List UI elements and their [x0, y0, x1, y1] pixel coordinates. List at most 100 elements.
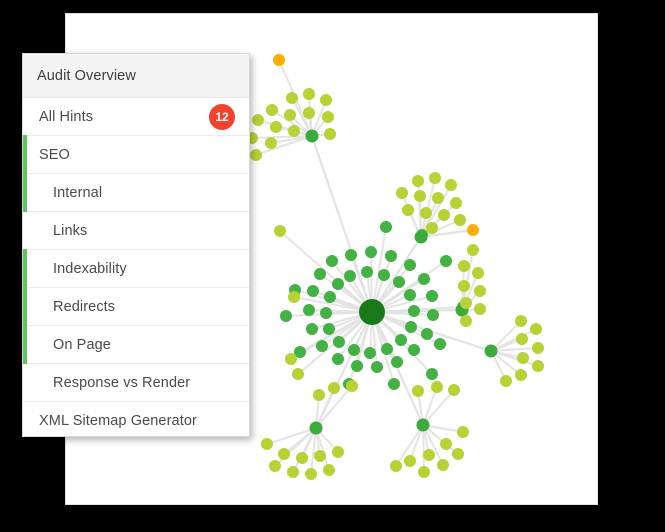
graph-node-inner[interactable] [381, 343, 393, 355]
graph-node-leaf[interactable] [285, 353, 297, 365]
graph-node-leaf[interactable] [530, 323, 542, 335]
graph-node-leaf[interactable] [250, 149, 262, 161]
graph-node-leaf[interactable] [515, 369, 527, 381]
graph-node-leaf[interactable] [296, 452, 308, 464]
graph-node-leaf[interactable] [286, 92, 298, 104]
graph-node-leaf[interactable] [516, 333, 528, 345]
graph-node-inner[interactable] [440, 255, 452, 267]
graph-node-leaf[interactable] [418, 466, 430, 478]
graph-node-leaf[interactable] [303, 107, 315, 119]
graph-node-leaf[interactable] [288, 125, 300, 137]
graph-node-inner[interactable] [388, 378, 400, 390]
graph-node-leaf[interactable] [420, 207, 432, 219]
graph-node-leaf[interactable] [429, 172, 441, 184]
graph-node-leaf[interactable] [404, 455, 416, 467]
graph-node-leaf[interactable] [440, 438, 452, 450]
graph-node-inner[interactable] [427, 309, 439, 321]
graph-node-leaf[interactable] [431, 381, 443, 393]
graph-node-inner[interactable] [408, 305, 420, 317]
graph-node-leaf[interactable] [460, 297, 472, 309]
graph-node-leaf[interactable] [515, 315, 527, 327]
graph-node-inner[interactable] [303, 304, 315, 316]
graph-node-leaf[interactable] [303, 88, 315, 100]
graph-node-inner[interactable] [395, 334, 407, 346]
graph-node-leaf[interactable] [517, 352, 529, 364]
graph-node-leaf[interactable] [467, 244, 479, 256]
graph-node-leaf[interactable] [265, 137, 277, 149]
graph-node-leaf[interactable] [452, 448, 464, 460]
graph-node-inner[interactable] [434, 338, 446, 350]
graph-node-inner[interactable] [365, 246, 377, 258]
menu-item-on-page[interactable]: On Page [23, 325, 249, 364]
graph-node-inner[interactable] [323, 323, 335, 335]
graph-node-leaf[interactable] [261, 438, 273, 450]
menu-item-response-vs-render[interactable]: Response vs Render [23, 364, 249, 402]
graph-node-leaf[interactable] [437, 459, 449, 471]
graph-node-hub[interactable] [305, 129, 319, 143]
graph-node-leaf[interactable] [448, 384, 460, 396]
graph-node-inner[interactable] [405, 321, 417, 333]
graph-node-leaf[interactable] [324, 128, 336, 140]
graph-node-leaf[interactable] [269, 460, 281, 472]
graph-node-leaf[interactable] [432, 192, 444, 204]
graph-node-inner[interactable] [418, 273, 430, 285]
graph-node-hub[interactable] [309, 421, 323, 435]
graph-node-leaf[interactable] [532, 342, 544, 354]
graph-node-inner[interactable] [426, 290, 438, 302]
graph-node-leaf[interactable] [402, 204, 414, 216]
graph-node-leaf[interactable] [278, 448, 290, 460]
menu-item-xml-sitemap-generator[interactable]: XML Sitemap Generator [23, 402, 249, 436]
graph-node-leaf[interactable] [284, 109, 296, 121]
graph-node-leaf[interactable] [270, 121, 282, 133]
graph-node-inner[interactable] [316, 340, 328, 352]
graph-node-leaf[interactable] [292, 368, 304, 380]
graph-node-inner[interactable] [326, 255, 338, 267]
graph-node-inner[interactable] [380, 221, 392, 233]
graph-node-inner[interactable] [351, 360, 363, 372]
graph-node-root[interactable] [359, 299, 385, 325]
graph-node-leaf[interactable] [287, 466, 299, 478]
graph-node-leaf[interactable] [458, 280, 470, 292]
graph-node-leaf[interactable] [474, 285, 486, 297]
graph-node-leaf[interactable] [426, 222, 438, 234]
graph-node-hub[interactable] [414, 230, 428, 244]
graph-node-inner[interactable] [393, 276, 405, 288]
graph-node-hub[interactable] [416, 418, 430, 432]
graph-node-inner[interactable] [320, 307, 332, 319]
graph-node-leaf[interactable] [414, 190, 426, 202]
graph-node-leaf[interactable] [274, 225, 286, 237]
graph-node-inner[interactable] [426, 368, 438, 380]
graph-node-inner[interactable] [371, 361, 383, 373]
graph-node-warning[interactable] [467, 224, 479, 236]
graph-node-inner[interactable] [378, 269, 390, 281]
graph-node-leaf[interactable] [412, 385, 424, 397]
graph-node-leaf[interactable] [454, 214, 466, 226]
graph-node-leaf[interactable] [346, 380, 358, 392]
menu-item-indexability[interactable]: Indexability [23, 249, 249, 288]
graph-node-inner[interactable] [404, 259, 416, 271]
graph-node-leaf[interactable] [458, 260, 470, 272]
menu-item-seo[interactable]: SEO [23, 135, 249, 174]
graph-node-leaf[interactable] [252, 114, 264, 126]
graph-node-leaf[interactable] [313, 389, 325, 401]
graph-node-warning[interactable] [273, 54, 285, 66]
graph-node-inner[interactable] [421, 328, 433, 340]
graph-node-inner[interactable] [385, 250, 397, 262]
graph-node-leaf[interactable] [472, 267, 484, 279]
graph-node-inner[interactable] [314, 268, 326, 280]
graph-node-leaf[interactable] [396, 187, 408, 199]
graph-node-leaf[interactable] [450, 197, 462, 209]
graph-node-inner[interactable] [307, 285, 319, 297]
graph-node-leaf[interactable] [474, 303, 486, 315]
graph-node-inner[interactable] [364, 347, 376, 359]
menu-item-internal[interactable]: Internal [23, 173, 249, 212]
graph-node-inner[interactable] [348, 344, 360, 356]
graph-node-inner[interactable] [332, 353, 344, 365]
menu-item-redirects[interactable]: Redirects [23, 287, 249, 326]
graph-node-leaf[interactable] [390, 460, 402, 472]
graph-node-inner[interactable] [332, 278, 344, 290]
graph-node-leaf[interactable] [532, 360, 544, 372]
graph-node-leaf[interactable] [457, 426, 469, 438]
graph-node-leaf[interactable] [328, 382, 340, 394]
graph-node-leaf[interactable] [500, 375, 512, 387]
